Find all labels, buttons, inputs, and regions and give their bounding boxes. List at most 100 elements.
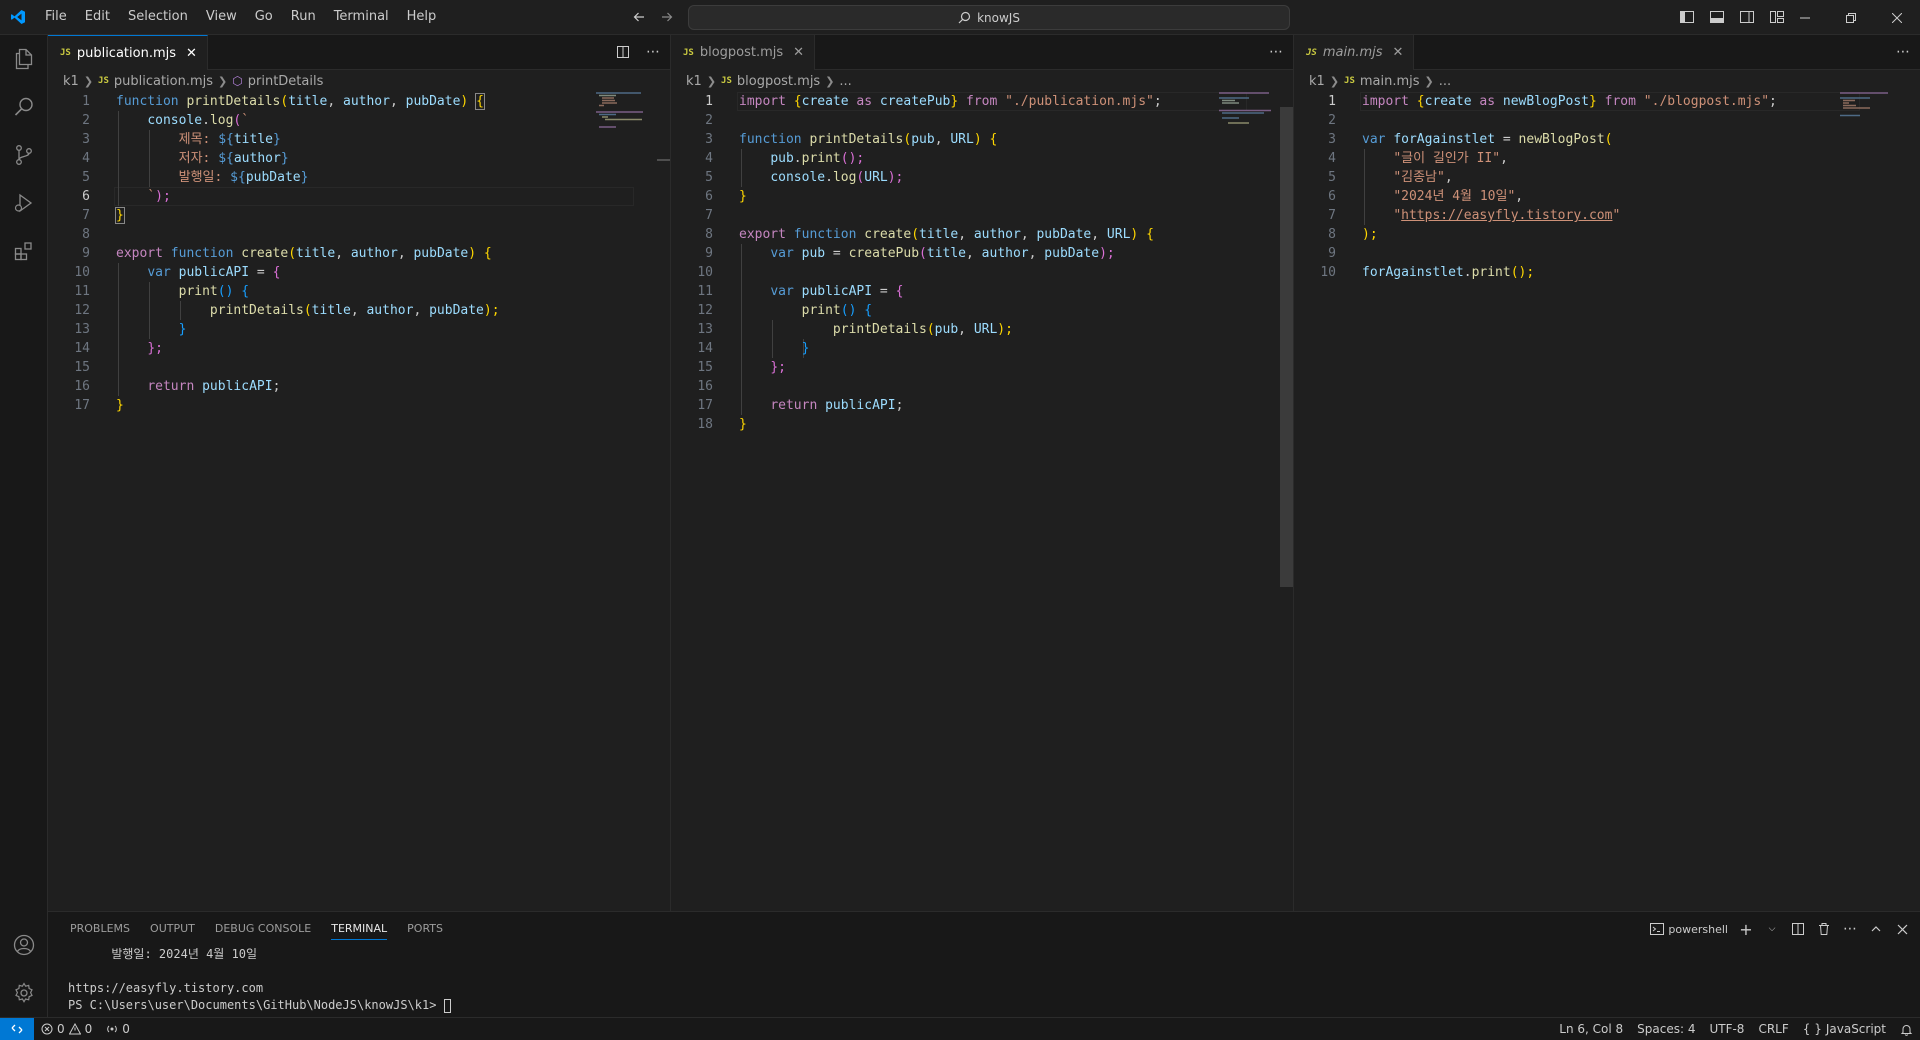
breadcrumb-file[interactable]: blogpost.mjs	[737, 74, 820, 89]
url-link[interactable]: https://easyfly.tistory.com	[1401, 208, 1612, 223]
menu-terminal[interactable]: Terminal	[325, 5, 398, 29]
tab-debug-console[interactable]: DEBUG CONSOLE	[205, 912, 321, 946]
more-actions-icon[interactable]: ⋯	[1265, 41, 1287, 63]
terminal-line: 발행일: 2024년 4월 10일	[68, 947, 258, 961]
command-center-search[interactable]: knowJS	[688, 5, 1290, 30]
menu-help[interactable]: Help	[398, 5, 446, 29]
tab-bar: JS main.mjs ✕ ⋯	[1294, 35, 1920, 70]
code-line: 5 발행일: ${pubDate}	[82, 170, 309, 185]
trash-icon[interactable]	[1816, 918, 1832, 940]
menu-run[interactable]: Run	[282, 5, 325, 29]
code-editor[interactable]: 1 function printDetails(title, author, pu…	[48, 92, 670, 415]
code-line: 7	[705, 208, 713, 223]
source-control-icon[interactable]	[0, 131, 48, 179]
maximize-panel-icon[interactable]	[1868, 918, 1884, 940]
code-editor[interactable]: 1 import {create as createPub} from "./pu…	[671, 92, 1293, 434]
file-encoding[interactable]: UTF-8	[1702, 1018, 1751, 1040]
chevron-down-icon[interactable]: ⌵	[1764, 918, 1780, 940]
more-actions-icon[interactable]: ⋯	[1842, 918, 1858, 940]
more-actions-icon[interactable]: ⋯	[1892, 41, 1914, 63]
restore-icon[interactable]	[1828, 0, 1874, 35]
minimap[interactable]	[596, 92, 656, 132]
toggle-primary-sidebar-icon[interactable]	[1676, 6, 1698, 28]
breadcrumb-symbol[interactable]: ...	[839, 74, 851, 89]
code-line: 9 var pub = createPub(title, author, pub…	[705, 246, 1115, 261]
tab-terminal[interactable]: TERMINAL	[321, 912, 397, 946]
terminal-output[interactable]: 발행일: 2024년 4월 10일 https://easyfly.tistor…	[68, 946, 451, 1014]
minimize-icon[interactable]	[1782, 0, 1828, 35]
close-window-icon[interactable]	[1874, 0, 1920, 35]
code-line: 15 };	[697, 360, 786, 375]
menu-edit[interactable]: Edit	[76, 5, 119, 29]
close-tab-icon[interactable]: ✕	[1393, 45, 1404, 60]
indentation[interactable]: Spaces: 4	[1630, 1018, 1702, 1040]
more-actions-icon[interactable]: ⋯	[642, 41, 664, 63]
end-of-line[interactable]: CRLF	[1751, 1018, 1795, 1040]
split-terminal-icon[interactable]	[1790, 918, 1806, 940]
ports-status[interactable]: 0	[99, 1018, 137, 1040]
terminal-shell-selector[interactable]: powershell	[1650, 918, 1728, 940]
close-tab-icon[interactable]: ✕	[793, 45, 804, 60]
minimap[interactable]	[1219, 92, 1279, 132]
remote-indicator-icon[interactable]	[0, 1018, 34, 1040]
code-line: 8 export function create(title, author, p…	[705, 227, 1154, 242]
split-editor-icon[interactable]	[612, 41, 634, 63]
code-line: 17}	[74, 398, 124, 413]
go-back-icon[interactable]	[628, 6, 650, 28]
close-tab-icon[interactable]: ✕	[186, 46, 197, 61]
breadcrumb-folder[interactable]: k1	[686, 74, 702, 89]
language-mode[interactable]: { } JavaScript	[1796, 1018, 1893, 1040]
code-line: 18}	[697, 417, 747, 432]
terminal-cursor	[443, 998, 451, 1013]
search-icon[interactable]	[0, 83, 48, 131]
warning-count: 0	[84, 1022, 93, 1036]
braces-icon: { }	[1802, 1022, 1822, 1036]
breadcrumb-file[interactable]: main.mjs	[1360, 74, 1420, 89]
cursor-position[interactable]: Ln 6, Col 8	[1552, 1018, 1630, 1040]
javascript-file-icon: JS	[98, 76, 109, 86]
status-bar: 0 0 0 Ln 6, Col 8 Spaces: 4 UTF-8 CRLF {…	[0, 1017, 1920, 1040]
tab-label: blogpost.mjs	[699, 45, 784, 60]
tab-output[interactable]: OUTPUT	[140, 912, 205, 946]
code-line: 1 import {create as createPub} from "./pu…	[705, 94, 1162, 109]
menu-file[interactable]: File	[36, 5, 76, 29]
breadcrumb-folder[interactable]: k1	[1309, 74, 1325, 89]
breadcrumb-symbol[interactable]: printDetails	[248, 74, 324, 89]
code-line: 14 }	[697, 341, 810, 356]
ports-count: 0	[122, 1022, 130, 1036]
editor-actions: ⋯	[1265, 41, 1287, 63]
code-line: 17 return publicAPI;	[697, 398, 904, 413]
menu-go[interactable]: Go	[246, 5, 282, 29]
minimap[interactable]	[1840, 92, 1900, 132]
vertical-scrollbar[interactable]	[1280, 107, 1293, 587]
breadcrumb-file[interactable]: publication.mjs	[114, 74, 213, 89]
breadcrumb-symbol[interactable]: ...	[1439, 74, 1451, 89]
tab-publication-mjs[interactable]: JS publication.mjs ✕	[48, 35, 208, 70]
menu-selection[interactable]: Selection	[119, 5, 197, 29]
tab-problems[interactable]: PROBLEMS	[60, 912, 140, 946]
code-line: 4 pub.print();	[705, 151, 865, 166]
code-line: 4 "글이 길인가 II",	[1328, 151, 1508, 166]
breadcrumb-folder[interactable]: k1	[63, 74, 79, 89]
new-terminal-icon[interactable]: +	[1738, 918, 1754, 940]
go-forward-icon[interactable]	[656, 6, 678, 28]
notifications-bell-icon[interactable]	[1893, 1018, 1920, 1040]
toggle-secondary-sidebar-icon[interactable]	[1736, 6, 1758, 28]
menu-view[interactable]: View	[197, 5, 246, 29]
tab-blogpost-mjs[interactable]: JS blogpost.mjs ✕	[671, 35, 816, 70]
code-line: 15	[74, 360, 90, 375]
editor-group-blogpost: JS blogpost.mjs ✕ ⋯ k1 ❯ JS blogpost.mjs…	[671, 35, 1294, 911]
extensions-icon[interactable]	[0, 227, 48, 275]
explorer-icon[interactable]	[0, 35, 48, 83]
problems-status[interactable]: 0 0	[34, 1018, 99, 1040]
tab-main-mjs[interactable]: JS main.mjs ✕	[1294, 35, 1415, 70]
code-editor[interactable]: 1 import {create as newBlogPost} from "./…	[1294, 92, 1920, 282]
account-icon[interactable]	[0, 921, 48, 969]
settings-gear-icon[interactable]	[0, 969, 48, 1017]
toggle-panel-icon[interactable]	[1706, 6, 1728, 28]
close-panel-icon[interactable]	[1894, 918, 1910, 940]
code-line: 6 "2024년 4월 10일",	[1328, 189, 1524, 204]
code-line: 16 return publicAPI;	[74, 379, 281, 394]
tab-ports[interactable]: PORTS	[397, 912, 453, 946]
run-debug-icon[interactable]	[0, 179, 48, 227]
